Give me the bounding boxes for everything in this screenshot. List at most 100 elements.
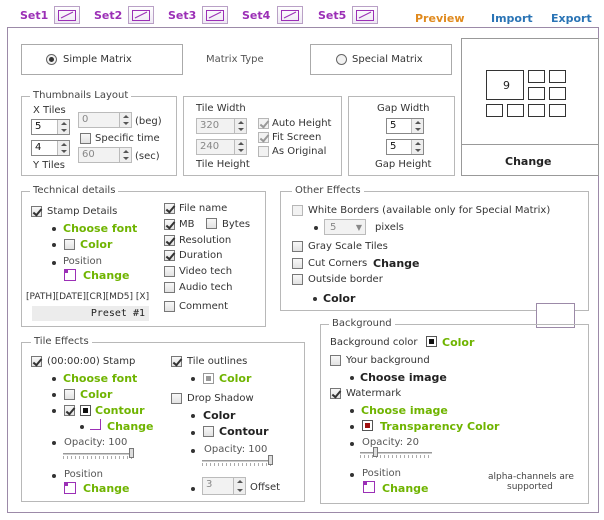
- set3-thumbnail[interactable]: [202, 6, 228, 24]
- your-background-checkbox[interactable]: [330, 355, 341, 366]
- tech-position-change-button[interactable]: Change: [83, 269, 130, 282]
- as-original-checkbox[interactable]: [258, 146, 269, 157]
- spinner-arrows-icon[interactable]: [411, 119, 423, 133]
- comment-checkbox[interactable]: [164, 301, 175, 312]
- set2-label[interactable]: Set2: [94, 9, 122, 22]
- spinner-arrows-icon[interactable]: [233, 478, 245, 494]
- stamp-color-button[interactable]: Color: [80, 388, 112, 401]
- cut-corners-checkbox[interactable]: [292, 258, 303, 269]
- set1-label[interactable]: Set1: [20, 9, 48, 22]
- outline-color-button[interactable]: Color: [219, 372, 251, 385]
- special-matrix-radio[interactable]: [336, 54, 347, 65]
- transparency-color-fill: [365, 423, 370, 428]
- stamp-checkbox[interactable]: [31, 356, 42, 367]
- contour-change-button[interactable]: Change: [107, 420, 154, 433]
- set5-thumbnail[interactable]: [352, 6, 378, 24]
- transparency-color-swatch[interactable]: [362, 420, 373, 431]
- video-tech-checkbox[interactable]: [164, 266, 175, 277]
- outside-border-checkbox[interactable]: [292, 274, 303, 285]
- tech-choose-font-button[interactable]: Choose font: [63, 222, 137, 235]
- set4-thumbnail[interactable]: [277, 6, 303, 24]
- background-color-swatch[interactable]: [426, 336, 437, 347]
- slider-thumb[interactable]: [268, 455, 273, 465]
- gray-scale-checkbox[interactable]: [292, 241, 303, 252]
- drop-shadow-checkbox[interactable]: [171, 393, 182, 404]
- mb-checkbox[interactable]: [164, 219, 175, 230]
- gap-width-spinner[interactable]: 5: [386, 118, 424, 134]
- outline-color-swatch[interactable]: [203, 373, 214, 384]
- import-link[interactable]: Import: [491, 12, 533, 25]
- spinner-arrows-icon[interactable]: [234, 119, 246, 133]
- shadow-contour-button[interactable]: Contour: [219, 425, 269, 438]
- transparency-color-button[interactable]: Transparency Color: [380, 420, 499, 433]
- position-icon[interactable]: [64, 482, 76, 494]
- tile-width-spinner[interactable]: 320: [196, 118, 247, 134]
- position-icon[interactable]: [363, 481, 375, 493]
- tile-height-spinner[interactable]: 240: [196, 139, 247, 155]
- stamp-color-checkbox[interactable]: [64, 389, 75, 400]
- spinner-arrows-icon[interactable]: [57, 141, 69, 155]
- stamp-choose-font-button[interactable]: Choose font: [63, 372, 137, 385]
- white-borders-checkbox[interactable]: [292, 205, 303, 216]
- preview-link[interactable]: Preview: [415, 12, 465, 25]
- stamp-details-checkbox[interactable]: [31, 206, 42, 217]
- tech-color-checkbox[interactable]: [64, 239, 75, 250]
- specific-time-checkbox[interactable]: [80, 133, 91, 144]
- file-name-checkbox[interactable]: [164, 203, 175, 214]
- contour-color-swatch[interactable]: [80, 405, 91, 416]
- seconds-spinner[interactable]: 60: [78, 147, 132, 163]
- background-color-button[interactable]: Color: [442, 336, 474, 349]
- stamp-contour-button[interactable]: Contour: [95, 404, 145, 417]
- preset-field[interactable]: Preset #1: [32, 306, 149, 321]
- set2-thumbnail[interactable]: [128, 6, 154, 24]
- set4-label[interactable]: Set4: [242, 9, 270, 22]
- slider-thumb[interactable]: [373, 447, 378, 457]
- watermark-opacity-slider[interactable]: [360, 447, 432, 458]
- set5-label[interactable]: Set5: [318, 9, 346, 22]
- cut-corners-change-button[interactable]: Change: [373, 257, 420, 270]
- spinner-arrows-icon[interactable]: [119, 113, 131, 127]
- set1-thumbnail[interactable]: [54, 6, 80, 24]
- auto-height-checkbox[interactable]: [258, 118, 269, 129]
- shadow-color-button[interactable]: Color: [203, 409, 235, 422]
- spinner-arrows-icon[interactable]: [234, 140, 246, 154]
- tile-outlines-checkbox[interactable]: [171, 356, 182, 367]
- slider-ticks: [360, 455, 432, 458]
- simple-matrix-radio[interactable]: [46, 54, 57, 65]
- watermark-checkbox[interactable]: [330, 388, 341, 399]
- stamp-contour-checkbox[interactable]: [64, 405, 75, 416]
- resolution-checkbox[interactable]: [164, 235, 175, 246]
- duration-checkbox[interactable]: [164, 250, 175, 261]
- begin-spinner[interactable]: 0: [78, 112, 132, 128]
- y-tiles-spinner[interactable]: 4: [31, 140, 70, 156]
- watermark-position-change-button[interactable]: Change: [382, 482, 429, 495]
- spinner-arrows-icon[interactable]: [119, 148, 131, 162]
- stamp-opacity-slider[interactable]: [63, 448, 134, 459]
- shadow-opacity-slider[interactable]: [202, 455, 273, 466]
- stamp-position-change-button[interactable]: Change: [83, 482, 130, 495]
- background-choose-image-button[interactable]: Choose image: [360, 371, 447, 384]
- matrix-change-button[interactable]: Change: [505, 155, 552, 168]
- special-matrix-option[interactable]: Special Matrix: [310, 44, 452, 75]
- position-icon[interactable]: [64, 269, 76, 281]
- tech-color-button[interactable]: Color: [80, 238, 112, 251]
- set3-label[interactable]: Set3: [168, 9, 196, 22]
- x-tiles-spinner[interactable]: 5: [31, 119, 70, 135]
- simple-matrix-option[interactable]: Simple Matrix: [21, 44, 183, 75]
- outside-border-color-button[interactable]: Color: [323, 292, 355, 305]
- bytes-checkbox[interactable]: [206, 218, 217, 229]
- spinner-arrows-icon[interactable]: [411, 140, 423, 154]
- shadow-contour-checkbox[interactable]: [203, 426, 214, 437]
- preset-value: Preset #1: [90, 308, 145, 319]
- fit-screen-checkbox[interactable]: [258, 132, 269, 143]
- export-link[interactable]: Export: [551, 12, 592, 25]
- slider-track: [202, 460, 273, 462]
- gap-height-label: Gap Height: [375, 159, 432, 170]
- offset-spinner[interactable]: 3: [202, 477, 246, 495]
- pixels-dropdown[interactable]: 5 ▼: [324, 219, 366, 235]
- slider-thumb[interactable]: [129, 448, 134, 458]
- spinner-arrows-icon[interactable]: [57, 120, 69, 134]
- gap-height-spinner[interactable]: 5: [386, 139, 424, 155]
- audio-tech-checkbox[interactable]: [164, 282, 175, 293]
- watermark-choose-image-button[interactable]: Choose image: [361, 404, 448, 417]
